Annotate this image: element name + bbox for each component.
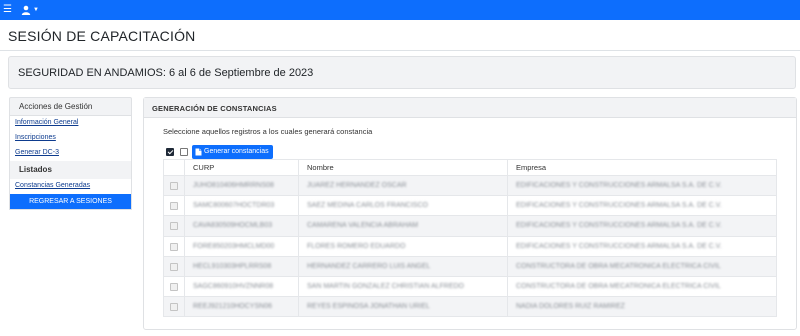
row-checkbox[interactable]	[170, 262, 178, 271]
curp-cell-text: HECL910303HPLRRS08	[193, 262, 272, 270]
divider	[0, 50, 800, 51]
row-checkbox[interactable]	[170, 242, 178, 251]
curp-cell-text: SAMC800607HOCTDR03	[193, 202, 275, 210]
empresa-cell: EDIFICACIONES Y CONSTRUCCIONES ARMALSA S…	[507, 235, 777, 257]
row-checkbox[interactable]	[170, 182, 178, 191]
page-title: SESIÓN DE CAPACITACIÓN	[8, 28, 196, 44]
hamburger-icon[interactable]: ☰	[3, 5, 15, 15]
table-row: CAVA830509HOCMLB03 CAMARENA VALENCIA ABRA…	[163, 215, 777, 237]
nombre-cell-text: SAN MARTIN GONZALEZ CHRISTIAN ALFREDO	[307, 283, 465, 291]
nombre-cell-text: CAMARENA VALENCIA ABRAHAM	[307, 222, 419, 230]
sidebar-link-generar-dc3[interactable]: Generar DC-3	[10, 146, 131, 161]
sidebar-section-title: Listados	[10, 161, 131, 179]
curp-cell: HECL910303HPLRRS08	[184, 255, 299, 277]
empresa-cell: NADIA DOLORES RUIZ RAMIREZ	[507, 296, 777, 318]
sidebar-link-inscripciones[interactable]: Inscripciones	[10, 131, 131, 146]
table-row: SAGC860910HVZNNR08 SAN MARTIN GONZALEZ CH…	[163, 275, 777, 298]
curp-cell: FORE850203HMCLMD00	[184, 235, 299, 257]
nombre-cell-text: SAEZ MEDINA CARLOS FRANCISCO	[307, 202, 428, 210]
empresa-cell-text: CONSTRUCTORA DE OBRA MECATRONICA ELECTRI…	[516, 283, 721, 291]
row-select-cell	[163, 215, 185, 237]
column-header-nombre: Nombre	[298, 159, 508, 176]
curp-cell-text: REEJ921210HOCYSN06	[193, 303, 272, 311]
sidebar-link-informacion-general[interactable]: Información General	[10, 116, 131, 131]
nombre-cell: SAEZ MEDINA CARLOS FRANCISCO	[298, 195, 508, 217]
row-select-cell	[163, 174, 185, 197]
row-select-cell	[163, 296, 185, 318]
curp-cell-text: CAVA830509HOCMLB03	[193, 222, 273, 230]
empresa-cell: CONSTRUCTORA DE OBRA MECATRONICA ELECTRI…	[507, 255, 777, 277]
user-menu[interactable]: ▼	[21, 5, 39, 15]
nombre-cell: JUAREZ HERNANDEZ OSCAR	[298, 174, 508, 197]
table-header-row: CURP Nombre Empresa	[163, 159, 777, 176]
column-header-empresa: Empresa	[507, 159, 777, 176]
nombre-cell-text: HERNANDEZ CARRERO LUIS ANGEL	[307, 262, 431, 270]
deselect-all-checkbox[interactable]	[180, 148, 188, 156]
row-checkbox[interactable]	[170, 222, 178, 231]
curp-cell: SAMC800607HOCTDR03	[184, 195, 299, 217]
row-select-cell	[163, 275, 185, 298]
row-select-cell	[163, 235, 185, 257]
row-checkbox[interactable]	[170, 283, 178, 292]
curp-cell-text: JUHO810406HMRRNS08	[193, 182, 274, 190]
user-icon	[21, 5, 31, 15]
caret-down-icon: ▼	[33, 7, 39, 13]
column-header-curp: CURP	[184, 159, 299, 176]
curp-cell: REEJ921210HOCYSN06	[184, 296, 299, 318]
row-checkbox[interactable]	[170, 202, 178, 211]
nombre-cell: FLORES ROMERO EDUARDO	[298, 235, 508, 257]
sidebar-body: Información General Inscripciones Genera…	[9, 116, 132, 210]
curp-cell: SAGC860910HVZNNR08	[184, 275, 299, 298]
empresa-cell-text: EDIFICACIONES Y CONSTRUCCIONES ARMALSA S…	[516, 182, 722, 190]
generate-button-label: Generar constancias	[204, 148, 269, 155]
participants-table: CURP Nombre Empresa JUHO810406HMRRNS08 JU…	[163, 159, 777, 318]
empresa-cell: EDIFICACIONES Y CONSTRUCCIONES ARMALSA S…	[507, 215, 777, 237]
certificates-panel: GENERACIÓN DE CONSTANCIAS Seleccione aqu…	[143, 97, 797, 330]
sidebar-header: Acciones de Gestión	[9, 97, 132, 116]
course-card: SEGURIDAD EN ANDAMIOS: 6 al 6 de Septiem…	[8, 56, 796, 89]
nombre-cell-text: REYES ESPINOSA JONATHAN URIEL	[307, 303, 430, 311]
nombre-cell-text: FLORES ROMERO EDUARDO	[307, 242, 406, 250]
row-select-cell	[163, 255, 185, 277]
row-select-cell	[163, 195, 185, 217]
empresa-cell-text: NADIA DOLORES RUIZ RAMIREZ	[516, 303, 625, 311]
course-heading: SEGURIDAD EN ANDAMIOS: 6 al 6 de Septiem…	[18, 67, 314, 79]
empresa-cell-text: CONSTRUCTORA DE OBRA MECATRONICA ELECTRI…	[516, 262, 721, 270]
instructions-text: Seleccione aquellos registros a los cual…	[163, 127, 373, 136]
curp-cell: CAVA830509HOCMLB03	[184, 215, 299, 237]
nombre-cell: HERNANDEZ CARRERO LUIS ANGEL	[298, 255, 508, 277]
table-toolbar: Generar constancias	[166, 145, 273, 159]
nombre-cell: REYES ESPINOSA JONATHAN URIEL	[298, 296, 508, 318]
sidebar: Acciones de Gestión Información General …	[9, 97, 132, 210]
select-all-checkbox[interactable]	[166, 148, 174, 156]
empresa-cell-text: EDIFICACIONES Y CONSTRUCCIONES ARMALSA S…	[516, 222, 722, 230]
table-row: SAMC800607HOCTDR03 SAEZ MEDINA CARLOS FRA…	[163, 195, 777, 217]
row-checkbox[interactable]	[170, 303, 178, 312]
table-row: HECL910303HPLRRS08 HERNANDEZ CARRERO LUIS…	[163, 255, 777, 277]
empresa-cell-text: EDIFICACIONES Y CONSTRUCCIONES ARMALSA S…	[516, 202, 722, 210]
empresa-cell-text: EDIFICACIONES Y CONSTRUCCIONES ARMALSA S…	[516, 242, 722, 250]
curp-cell-text: FORE850203HMCLMD00	[193, 242, 275, 250]
table-row: REEJ921210HOCYSN06 REYES ESPINOSA JONATHA…	[163, 296, 777, 318]
empresa-cell: EDIFICACIONES Y CONSTRUCCIONES ARMALSA S…	[507, 195, 777, 217]
table-row: JUHO810406HMRRNS08 JUAREZ HERNANDEZ OSCAR…	[163, 174, 777, 197]
empresa-cell: EDIFICACIONES Y CONSTRUCCIONES ARMALSA S…	[507, 174, 777, 197]
sidebar-link-constancias-generadas[interactable]: Constancias Generadas	[10, 179, 131, 194]
panel-header: GENERACIÓN DE CONSTANCIAS	[144, 98, 796, 118]
nombre-cell: SAN MARTIN GONZALEZ CHRISTIAN ALFREDO	[298, 275, 508, 298]
return-to-sessions-button[interactable]: REGRESAR A SESIONES	[10, 194, 131, 209]
curp-cell: JUHO810406HMRRNS08	[184, 174, 299, 197]
nombre-cell-text: JUAREZ HERNANDEZ OSCAR	[307, 182, 407, 190]
top-navbar: ☰ ▼	[0, 0, 800, 20]
column-header-select	[163, 159, 185, 176]
generate-certificates-button[interactable]: Generar constancias	[192, 145, 273, 159]
document-icon	[195, 148, 202, 156]
curp-cell-text: SAGC860910HVZNNR08	[193, 283, 274, 291]
nombre-cell: CAMARENA VALENCIA ABRAHAM	[298, 215, 508, 237]
table-row: FORE850203HMCLMD00 FLORES ROMERO EDUARDO E…	[163, 235, 777, 257]
empresa-cell: CONSTRUCTORA DE OBRA MECATRONICA ELECTRI…	[507, 275, 777, 298]
